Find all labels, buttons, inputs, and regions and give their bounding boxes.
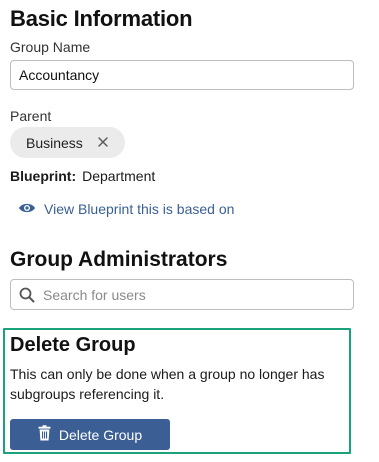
eye-icon xyxy=(18,201,44,217)
blueprint-label: Blueprint: xyxy=(10,168,77,184)
group-administrators-heading: Group Administrators xyxy=(10,248,228,271)
group-name-input[interactable] xyxy=(10,60,354,90)
trash-icon xyxy=(38,425,59,444)
group-name-label: Group Name xyxy=(10,39,91,55)
close-icon[interactable] xyxy=(95,134,111,150)
delete-group-description: This can only be done when a group no lo… xyxy=(10,366,325,402)
view-blueprint-link-label: View Blueprint this is based on xyxy=(44,201,235,217)
parent-chip: Business xyxy=(10,127,125,158)
user-search-field xyxy=(10,279,354,310)
blueprint-info: Blueprint: Department xyxy=(10,168,155,184)
basic-information-heading: Basic Information xyxy=(10,6,193,31)
group-settings-panel: Basic Information Group Name Parent Busi… xyxy=(0,0,379,462)
delete-group-button[interactable]: Delete Group xyxy=(10,419,170,450)
parent-chip-label: Business xyxy=(26,134,83,151)
parent-label: Parent xyxy=(10,108,52,124)
delete-group-heading: Delete Group xyxy=(10,334,136,356)
search-icon xyxy=(19,287,35,303)
view-blueprint-link[interactable]: View Blueprint this is based on xyxy=(18,201,234,217)
blueprint-value: Department xyxy=(82,168,156,184)
delete-group-button-label: Delete Group xyxy=(58,426,143,443)
search-input[interactable] xyxy=(43,280,343,309)
